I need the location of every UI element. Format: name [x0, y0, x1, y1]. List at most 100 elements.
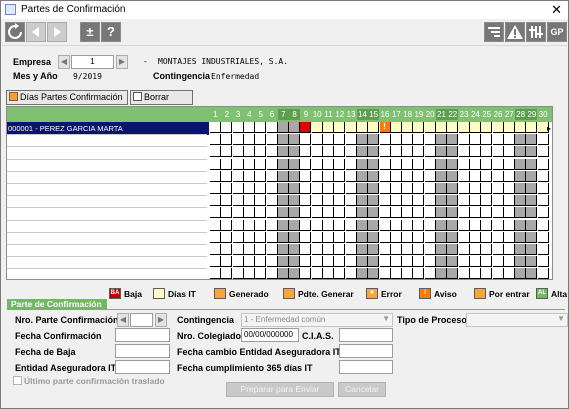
- day-cell[interactable]: [515, 244, 527, 255]
- day-cell[interactable]: [323, 158, 334, 170]
- day-cell[interactable]: [503, 122, 515, 133]
- day-cell[interactable]: [323, 207, 334, 219]
- day-cell[interactable]: [368, 268, 380, 279]
- day-cell[interactable]: [277, 146, 289, 158]
- day-cell[interactable]: [436, 195, 447, 207]
- day-cell[interactable]: [458, 146, 470, 158]
- day-cell[interactable]: [379, 183, 391, 194]
- cias-input[interactable]: [339, 328, 393, 342]
- day-cell[interactable]: [210, 183, 221, 194]
- day-cell[interactable]: [402, 219, 414, 231]
- day-cell[interactable]: [469, 134, 481, 146]
- day-cell[interactable]: [379, 268, 391, 279]
- day-cell[interactable]: [469, 158, 481, 170]
- day-cell[interactable]: [390, 183, 402, 194]
- day-cell[interactable]: [402, 134, 414, 146]
- day-cell[interactable]: [481, 134, 493, 146]
- day-cell[interactable]: [481, 256, 493, 268]
- day-cell[interactable]: [266, 219, 278, 231]
- day-cell[interactable]: [210, 231, 221, 243]
- day-cell[interactable]: [311, 207, 323, 219]
- day-cell[interactable]: [289, 122, 301, 133]
- day-cell[interactable]: [311, 268, 323, 279]
- day-cell[interactable]: [255, 146, 267, 158]
- gp-button[interactable]: GP: [547, 22, 567, 42]
- day-cell[interactable]: [232, 231, 244, 243]
- day-cell[interactable]: [277, 256, 289, 268]
- day-cell[interactable]: [379, 134, 391, 146]
- day-cell[interactable]: [458, 158, 470, 170]
- day-cell[interactable]: [368, 219, 380, 231]
- day-cell[interactable]: [243, 268, 255, 279]
- day-cell[interactable]: [469, 256, 481, 268]
- day-cell[interactable]: [402, 256, 414, 268]
- day-cell[interactable]: [255, 134, 267, 146]
- empresa-next-button[interactable]: ▶: [116, 55, 128, 69]
- day-cell[interactable]: [255, 195, 267, 207]
- day-cell[interactable]: [447, 231, 459, 243]
- day-cell[interactable]: [447, 146, 459, 158]
- day-cell[interactable]: [266, 244, 278, 255]
- day-cell[interactable]: [266, 195, 278, 207]
- day-cell[interactable]: [368, 244, 380, 255]
- day-cell[interactable]: [379, 170, 391, 182]
- day-cell[interactable]: [255, 244, 267, 255]
- day-cell[interactable]: [481, 244, 493, 255]
- day-cell[interactable]: [334, 231, 346, 243]
- day-cell[interactable]: [436, 268, 447, 279]
- day-cell[interactable]: [424, 134, 436, 146]
- day-cell[interactable]: [368, 256, 380, 268]
- day-cell[interactable]: [492, 219, 504, 231]
- day-cell[interactable]: [469, 268, 481, 279]
- day-cell[interactable]: [210, 219, 221, 231]
- day-cell[interactable]: [345, 219, 357, 231]
- day-cell[interactable]: [221, 256, 233, 268]
- nro-parte-prev-button[interactable]: ◀: [117, 313, 129, 327]
- day-cell[interactable]: [368, 170, 380, 182]
- entidad-input[interactable]: [115, 360, 170, 374]
- day-cell[interactable]: [402, 158, 414, 170]
- fecha-365-input[interactable]: [339, 360, 393, 374]
- day-cell[interactable]: [458, 170, 470, 182]
- day-cell[interactable]: [323, 231, 334, 243]
- day-cell[interactable]: [300, 195, 312, 207]
- day-cell[interactable]: [243, 158, 255, 170]
- day-cell[interactable]: [210, 256, 221, 268]
- day-cell[interactable]: [390, 268, 402, 279]
- day-cell[interactable]: [232, 207, 244, 219]
- day-cell[interactable]: [424, 268, 436, 279]
- day-cell[interactable]: [356, 219, 368, 231]
- day-cell[interactable]: [481, 195, 493, 207]
- day-cell[interactable]: [458, 122, 470, 133]
- day-cell[interactable]: [356, 268, 368, 279]
- forward-icon[interactable]: [47, 22, 67, 42]
- day-cell[interactable]: [469, 170, 481, 182]
- day-cell[interactable]: [413, 134, 425, 146]
- day-cell[interactable]: [345, 170, 357, 182]
- day-cell[interactable]: [311, 195, 323, 207]
- day-cell[interactable]: [243, 195, 255, 207]
- day-cell[interactable]: [424, 158, 436, 170]
- day-cell[interactable]: [390, 256, 402, 268]
- day-cell[interactable]: [210, 268, 221, 279]
- day-cell[interactable]: [413, 231, 425, 243]
- day-cell[interactable]: [210, 158, 221, 170]
- day-cell[interactable]: [503, 146, 515, 158]
- day-cell[interactable]: [390, 231, 402, 243]
- day-cell[interactable]: [503, 134, 515, 146]
- day-cell[interactable]: [458, 244, 470, 255]
- day-cell[interactable]: [424, 244, 436, 255]
- day-cell[interactable]: [345, 231, 357, 243]
- day-cell[interactable]: [424, 231, 436, 243]
- day-cell[interactable]: [379, 244, 391, 255]
- day-cell[interactable]: [537, 219, 549, 231]
- day-cell[interactable]: [277, 244, 289, 255]
- day-cell[interactable]: [210, 122, 221, 133]
- day-cell[interactable]: [243, 122, 255, 133]
- day-cell[interactable]: [210, 207, 221, 219]
- day-cell[interactable]: [221, 219, 233, 231]
- day-cell[interactable]: [221, 146, 233, 158]
- day-cell[interactable]: [503, 268, 515, 279]
- day-cell[interactable]: [289, 158, 301, 170]
- day-cell[interactable]: [458, 231, 470, 243]
